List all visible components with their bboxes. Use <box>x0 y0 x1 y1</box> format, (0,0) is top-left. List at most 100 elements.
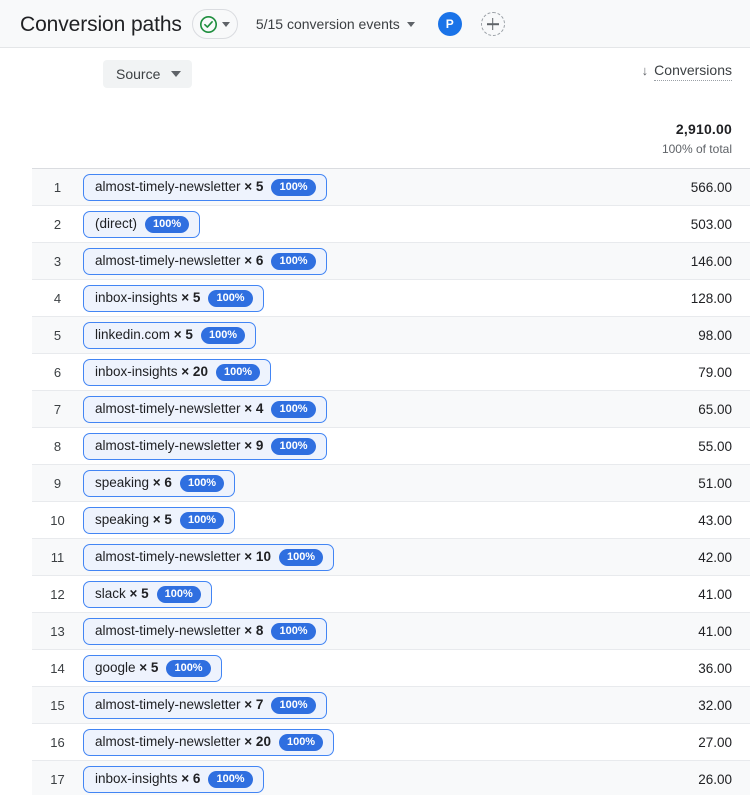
path-chip-multiplier: × 5 <box>125 586 149 602</box>
path-chip[interactable]: inbox-insights × 6 100% <box>83 765 264 793</box>
path-chip[interactable]: inbox-insights × 5 100% <box>83 284 264 312</box>
source-dimension-dropdown[interactable]: Source <box>103 60 193 88</box>
conversion-events-dropdown[interactable]: 5/15 conversion events <box>256 16 415 32</box>
conversions-value: 26.00 <box>698 771 732 787</box>
table-row[interactable]: 13 almost-timely-newsletter × 8 100% 41.00 <box>32 613 750 650</box>
table-row[interactable]: 2 (direct) 100% 503.00 <box>32 206 750 243</box>
table-row[interactable]: 16 almost-timely-newsletter × 20 100% 27.00 <box>32 724 750 761</box>
path-chip-percent-badge: 100% <box>166 659 211 677</box>
path-chip[interactable]: almost-timely-newsletter × 5 100% <box>83 173 327 201</box>
dimension-header: Source <box>103 60 193 88</box>
table-row[interactable]: 11 almost-timely-newsletter × 10 100% 42.00 <box>32 539 750 576</box>
path-chip[interactable]: almost-timely-newsletter × 4 100% <box>83 395 327 423</box>
path-chip[interactable]: almost-timely-newsletter × 7 100% <box>83 691 327 719</box>
table-row[interactable]: 15 almost-timely-newsletter × 7 100% 32.00 <box>32 687 750 724</box>
path-chip-multiplier: × 10 <box>240 549 271 565</box>
chevron-down-icon <box>221 21 230 27</box>
path-chip-label: almost-timely-newsletter × 6 <box>95 253 264 269</box>
table-row[interactable]: 6 inbox-insights × 20 100% 79.00 <box>32 354 750 391</box>
path-chip-multiplier: × 20 <box>240 734 271 750</box>
conversions-value: 503.00 <box>690 216 732 232</box>
row-index: 12 <box>50 586 65 602</box>
conversions-sort-control[interactable]: ↓ Conversions <box>641 62 732 82</box>
path-chip-label: almost-timely-newsletter × 7 <box>95 697 264 713</box>
path-cell: inbox-insights × 20 100% <box>83 358 562 386</box>
chevron-down-icon <box>406 21 415 27</box>
path-chip-label: inbox-insights × 20 <box>95 364 208 380</box>
app-header: Conversion paths 5/15 conversion events … <box>0 0 750 48</box>
table-row[interactable]: 12 slack × 5 100% 41.00 <box>32 576 750 613</box>
path-chip[interactable]: almost-timely-newsletter × 10 100% <box>83 543 335 571</box>
conversions-value: 32.00 <box>698 697 732 713</box>
table-row[interactable]: 17 inbox-insights × 6 100% 26.00 <box>32 761 750 795</box>
path-chip[interactable]: almost-timely-newsletter × 20 100% <box>83 728 335 756</box>
conversion-events-label: 5/15 conversion events <box>255 16 400 32</box>
table-row[interactable]: 10 speaking × 5 100% 43.00 <box>32 502 750 539</box>
path-chip[interactable]: almost-timely-newsletter × 6 100% <box>83 247 327 275</box>
row-index: 5 <box>53 327 62 343</box>
green-check-circle-icon <box>199 15 218 34</box>
path-chip-multiplier: × 5 <box>240 179 264 195</box>
path-chip-percent-badge: 100% <box>200 326 246 344</box>
conversions-value: 79.00 <box>698 364 732 380</box>
path-chip-label: speaking × 6 <box>95 475 172 491</box>
path-chip-multiplier: × 7 <box>240 697 264 713</box>
status-filter-dropdown[interactable] <box>191 9 238 39</box>
path-chip-label: (direct) <box>95 216 138 232</box>
path-chip[interactable]: slack × 5 100% <box>83 580 212 608</box>
table-row[interactable]: 7 almost-timely-newsletter × 4 100% 65.00 <box>32 391 750 428</box>
row-index: 14 <box>50 660 65 676</box>
table-row[interactable]: 5 linkedin.com × 5 100% 98.00 <box>32 317 750 354</box>
path-chip-percent-badge: 100% <box>179 511 225 529</box>
path-cell: almost-timely-newsletter × 7 100% <box>83 691 562 719</box>
conversions-total: 2,910.00 <box>675 121 732 138</box>
path-cell: google × 5 100% <box>83 654 562 682</box>
conversion-paths-table: Source ↓ Conversions 2,910.00 100% of to… <box>0 48 750 795</box>
path-chip[interactable]: almost-timely-newsletter × 8 100% <box>83 617 327 645</box>
add-user-button[interactable] <box>480 12 505 36</box>
table-row[interactable]: 9 speaking × 6 100% 51.00 <box>32 465 750 502</box>
path-cell: almost-timely-newsletter × 20 100% <box>83 728 562 756</box>
path-cell: almost-timely-newsletter × 4 100% <box>83 395 562 423</box>
path-chip-multiplier: × 9 <box>240 438 264 454</box>
path-chip-percent-badge: 100% <box>271 437 316 455</box>
path-chip[interactable]: linkedin.com × 5 100% <box>83 321 257 349</box>
conversions-value: 36.00 <box>698 660 732 676</box>
conversions-value: 128.00 <box>690 290 732 306</box>
table-row[interactable]: 1 almost-timely-newsletter × 5 100% 566.00 <box>32 169 750 206</box>
table-row[interactable]: 3 almost-timely-newsletter × 6 100% 146.00 <box>32 243 750 280</box>
path-chip-multiplier: × 6 <box>149 475 172 491</box>
path-chip[interactable]: (direct) 100% <box>83 210 201 238</box>
path-chip[interactable]: inbox-insights × 20 100% <box>83 358 272 386</box>
path-chip-label: google × 5 <box>95 660 159 676</box>
path-chip-label: almost-timely-newsletter × 10 <box>95 549 271 565</box>
table-row[interactable]: 4 inbox-insights × 5 100% 128.00 <box>32 280 750 317</box>
path-chip-multiplier: × 5 <box>170 327 193 343</box>
path-chip[interactable]: almost-timely-newsletter × 9 100% <box>83 432 327 460</box>
path-chip[interactable]: google × 5 100% <box>83 654 222 682</box>
path-chip-percent-badge: 100% <box>278 548 324 566</box>
path-chip-percent-badge: 100% <box>271 696 316 714</box>
row-index: 1 <box>53 179 62 195</box>
conversions-value: 51.00 <box>698 475 732 491</box>
conversions-value: 65.00 <box>698 401 732 417</box>
avatar[interactable]: P <box>437 12 462 36</box>
path-chip[interactable]: speaking × 5 100% <box>83 506 236 534</box>
conversions-total-percent: 100% of total <box>661 142 732 157</box>
path-chip-percent-badge: 100% <box>208 289 253 307</box>
table-row[interactable]: 8 almost-timely-newsletter × 9 100% 55.00 <box>32 428 750 465</box>
table-header: Source ↓ Conversions 2,910.00 100% of to… <box>0 48 750 169</box>
path-cell: almost-timely-newsletter × 5 100% <box>83 173 562 201</box>
sort-descending-arrow-icon: ↓ <box>641 63 649 78</box>
path-cell: (direct) 100% <box>83 210 562 238</box>
conversions-value: 42.00 <box>698 549 732 565</box>
path-chip-percent-badge: 100% <box>156 585 201 603</box>
row-index: 13 <box>50 623 65 639</box>
table-body: 1 almost-timely-newsletter × 5 100% 566.00 2… <box>0 169 750 795</box>
path-cell: inbox-insights × 6 100% <box>83 765 562 793</box>
path-chip-percent-badge: 100% <box>271 622 316 640</box>
table-row[interactable]: 14 google × 5 100% 36.00 <box>32 650 750 687</box>
path-cell: linkedin.com × 5 100% <box>83 321 562 349</box>
path-cell: speaking × 5 100% <box>83 506 562 534</box>
path-chip[interactable]: speaking × 6 100% <box>83 469 236 497</box>
